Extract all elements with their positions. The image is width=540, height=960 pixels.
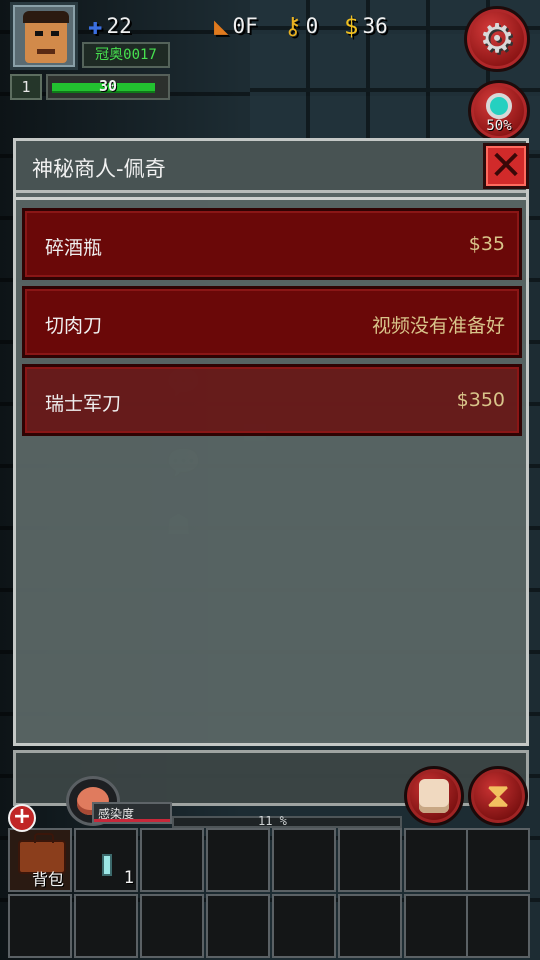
- gear-icon: ⚙: [479, 17, 515, 61]
- close-button[interactable]: ✕: [483, 143, 529, 189]
- inventory-slot[interactable]: [206, 894, 270, 958]
- inventory-slot[interactable]: [404, 894, 468, 958]
- player-portrait[interactable]: [10, 2, 78, 70]
- attack-button[interactable]: [404, 766, 464, 826]
- dollar-icon: $: [344, 12, 359, 40]
- infection-track: [172, 816, 402, 828]
- backpack-button[interactable]: 背包: [8, 828, 72, 892]
- close-icon: ✕: [489, 143, 523, 189]
- merchant-dialog: 神秘商人-佩奇 ✕ 碎酒瓶 $35 切肉刀 视频没有准备好 瑞士军刀 $350: [13, 138, 529, 746]
- infection-underline: [94, 819, 170, 822]
- infection-percent: 11 %: [258, 814, 287, 828]
- hp-bar: 30: [46, 74, 170, 100]
- portrait-mouth: [37, 49, 55, 54]
- inventory-slot[interactable]: [272, 828, 336, 892]
- player-id: 冠奥0017: [82, 42, 170, 68]
- items-panel: 碎酒瓶 $35 切肉刀 视频没有准备好 瑞士军刀 $350: [16, 197, 526, 741]
- item-name: 切肉刀: [45, 315, 103, 337]
- settings-button[interactable]: ⚙: [464, 6, 530, 72]
- inventory-grid: 背包 1: [8, 828, 532, 960]
- merchant-title: 神秘商人-佩奇: [32, 157, 166, 181]
- item-price: $350: [456, 389, 505, 411]
- portrait-eye: [35, 31, 43, 36]
- shop-item[interactable]: 瑞士军刀 $350: [22, 364, 522, 436]
- keys-value: 0: [305, 14, 319, 38]
- stairs-icon: ◣: [214, 12, 229, 40]
- item-name: 碎酒瓶: [45, 237, 103, 259]
- item-price: 视频没有准备好: [371, 315, 505, 337]
- keys-stat: ⚷ 0: [284, 12, 318, 40]
- floor-value: 0F: [232, 14, 258, 38]
- floor-stat: ◣ 0F: [214, 12, 258, 40]
- inventory-slot[interactable]: [74, 894, 138, 958]
- money-value: 36: [362, 14, 388, 38]
- inventory-slot[interactable]: 1: [74, 828, 138, 892]
- inventory-slot[interactable]: [338, 828, 402, 892]
- money-stat: $ 36: [344, 12, 388, 40]
- hourglass-icon: ⧗: [486, 777, 510, 815]
- portrait-hair: [23, 11, 69, 23]
- player-level: 1: [10, 74, 42, 100]
- item-price: $35: [468, 233, 505, 255]
- vial-icon: [102, 854, 112, 876]
- attack-value: 22: [106, 14, 132, 38]
- inventory-slot[interactable]: [206, 828, 270, 892]
- inventory-slot[interactable]: [272, 894, 336, 958]
- magnifier-icon: [486, 93, 512, 119]
- slot-count: 1: [123, 868, 134, 888]
- add-button[interactable]: +: [8, 804, 36, 832]
- dialog-header: 神秘商人-佩奇 ✕: [16, 141, 529, 193]
- backpack-label: 背包: [31, 870, 64, 889]
- infection-box: 感染度: [92, 802, 172, 824]
- inventory-slot[interactable]: [140, 894, 204, 958]
- shop-item[interactable]: 碎酒瓶 $35: [22, 208, 522, 280]
- inventory-slot[interactable]: [140, 828, 204, 892]
- shop-item[interactable]: 切肉刀 视频没有准备好: [22, 286, 522, 358]
- attack-stat: ✚ 22: [88, 12, 132, 40]
- inventory-slot[interactable]: [338, 894, 402, 958]
- portrait-eye: [51, 31, 59, 36]
- fist-icon: [419, 779, 449, 813]
- inventory-slot[interactable]: [8, 894, 72, 958]
- key-icon: ⚷: [284, 12, 302, 40]
- hp-value: 30: [98, 77, 118, 95]
- inventory-slot[interactable]: [466, 894, 530, 958]
- item-name: 瑞士军刀: [45, 393, 122, 415]
- puzzle-icon: ✚: [88, 12, 103, 40]
- zoom-level: 50%: [486, 118, 512, 134]
- wait-button[interactable]: ⧗: [468, 766, 528, 826]
- inventory-slot[interactable]: [466, 828, 530, 892]
- inventory-slot[interactable]: [404, 828, 468, 892]
